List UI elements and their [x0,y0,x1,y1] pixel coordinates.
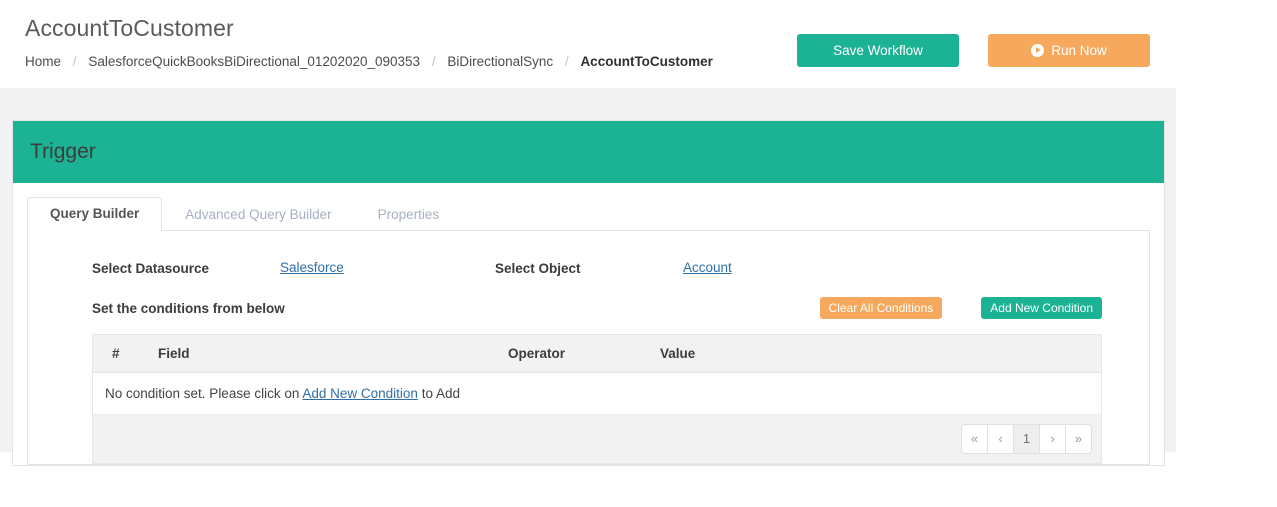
pagination-next-button[interactable]: › [1040,425,1066,453]
page-title: AccountToCustomer [25,15,234,41]
table-row: No condition set. Please click on Add Ne… [93,372,1101,415]
breadcrumb: Home / SalesforceQuickBooksBiDirectional… [25,54,713,69]
conditions-actions: Clear All Conditions Add New Condition [819,297,1102,319]
column-header-operator: Operator [508,335,660,373]
clear-all-conditions-button[interactable]: Clear All Conditions [819,297,943,319]
breadcrumb-separator: / [72,54,77,69]
add-new-condition-link[interactable]: Add New Condition [302,386,418,401]
run-now-button[interactable]: Run Now [988,34,1150,67]
empty-state-suffix: to Add [417,386,460,401]
breadcrumb-item-workflow[interactable]: SalesforceQuickBooksBiDirectional_012020… [88,54,420,69]
run-now-label: Run Now [1051,43,1107,58]
page-header: AccountToCustomer Home / SalesforceQuick… [0,0,1176,88]
pagination-page-1[interactable]: 1 [1014,425,1040,453]
breadcrumb-item-home[interactable]: Home [25,54,61,69]
column-header-number: # [93,335,158,373]
select-object-label: Select Object [495,260,581,276]
conditions-title: Set the conditions from below [92,300,285,316]
breadcrumb-separator: / [431,54,436,69]
query-builder-tab-panel: Select Datasource Salesforce Select Obje… [27,231,1150,465]
tab-properties[interactable]: Properties [355,198,463,231]
pagination-last-button[interactable]: » [1066,425,1091,453]
breadcrumb-item-sync[interactable]: BiDirectionalSync [447,54,553,69]
conditions-table-head: # Field Operator Value [93,335,1101,373]
object-value-link[interactable]: Account [683,260,732,275]
datasource-value-link[interactable]: Salesforce [280,260,344,275]
pagination: « ‹ 1 › » [962,425,1091,453]
tab-bar: Query Builder Advanced Query Builder Pro… [27,197,1150,231]
content-band: Trigger Query Builder Advanced Query Bui… [0,88,1176,466]
conditions-table: # Field Operator Value No condition set.… [93,335,1101,415]
column-header-field: Field [158,335,508,373]
tab-advanced-query-builder[interactable]: Advanced Query Builder [162,198,354,231]
play-circle-icon [1031,44,1045,57]
tab-query-builder[interactable]: Query Builder [27,197,163,231]
header-actions: Save Workflow Run Now [797,34,1150,67]
table-header-row: # Field Operator Value [93,335,1101,373]
page-root: AccountToCustomer Home / SalesforceQuick… [0,0,1277,507]
breadcrumb-item-current: AccountToCustomer [580,54,713,69]
conditions-table-footer: « ‹ 1 › » [93,415,1101,463]
conditions-table-wrapper: # Field Operator Value No condition set.… [92,334,1102,464]
pagination-prev-button[interactable]: ‹ [988,425,1014,453]
trigger-panel-body: Query Builder Advanced Query Builder Pro… [13,183,1164,465]
conditions-table-body: No condition set. Please click on Add Ne… [93,372,1101,415]
trigger-panel: Trigger Query Builder Advanced Query Bui… [12,120,1165,466]
breadcrumb-separator: / [564,54,569,69]
datasource-object-row: Select Datasource Salesforce Select Obje… [28,249,1149,285]
conditions-header-row: Set the conditions from below Clear All … [28,285,1149,323]
add-new-condition-button[interactable]: Add New Condition [981,297,1102,319]
save-workflow-button[interactable]: Save Workflow [797,34,959,67]
empty-state-prefix: No condition set. Please click on [105,386,303,401]
datasource-value-cell: Salesforce [280,259,495,277]
trigger-panel-header: Trigger [13,121,1164,183]
trigger-panel-title: Trigger [30,140,96,163]
object-value-cell: Account [683,259,732,277]
select-datasource-label: Select Datasource [92,260,210,276]
pagination-first-button[interactable]: « [962,425,988,453]
column-header-value: Value [660,335,1101,373]
empty-state-cell: No condition set. Please click on Add Ne… [93,372,1101,415]
